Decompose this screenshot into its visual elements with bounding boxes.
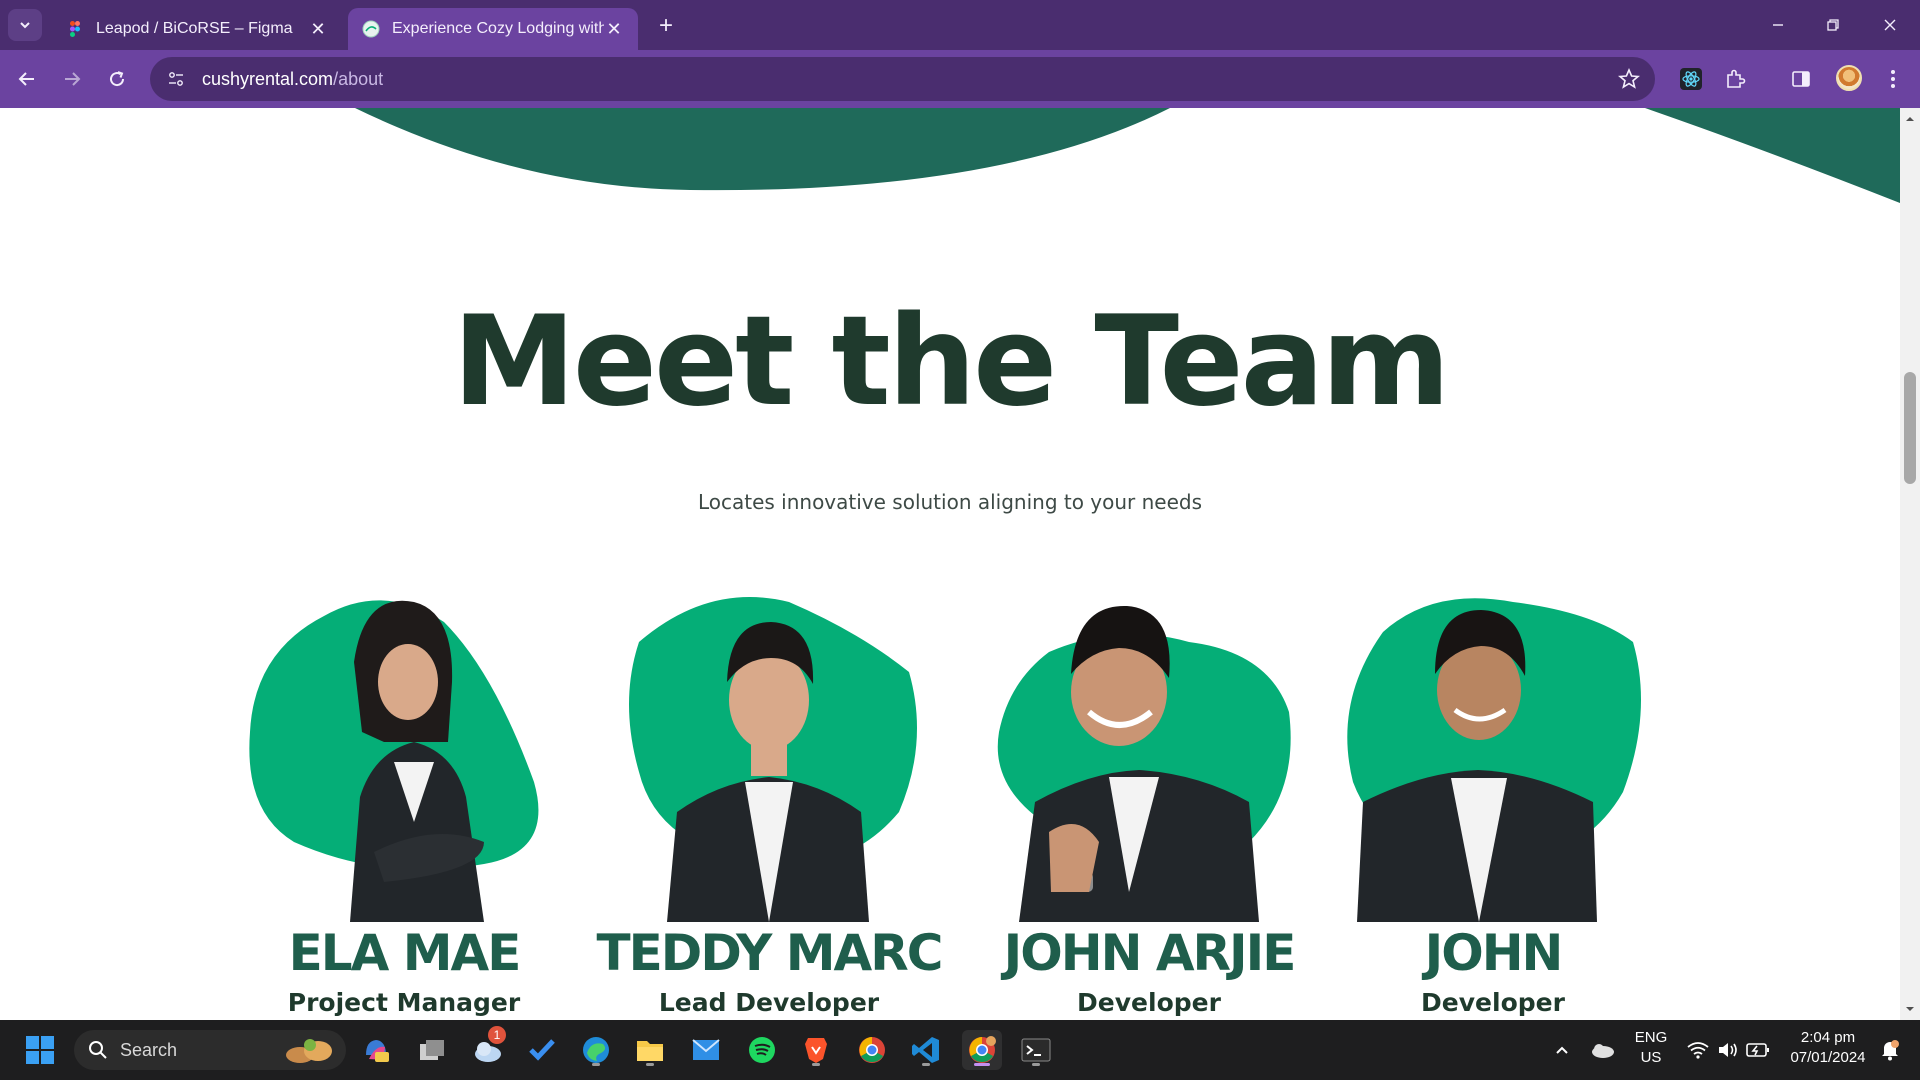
reload-icon[interactable]	[100, 62, 134, 96]
input-language[interactable]: ENG US	[1628, 1028, 1674, 1068]
team-member-card: JOHN Developer	[1323, 592, 1663, 1020]
mail-icon[interactable]	[686, 1030, 726, 1070]
url-path: /about	[333, 68, 384, 89]
site-info-icon[interactable]	[164, 67, 188, 91]
member-role: Developer	[1077, 988, 1221, 1017]
plus-icon[interactable]: +	[652, 12, 680, 40]
url-text: cushyrental.com/about	[202, 69, 383, 90]
more-icon[interactable]	[1876, 62, 1910, 96]
url-domain: cushyrental.com	[202, 68, 334, 89]
figma-icon	[70, 21, 80, 37]
address-bar[interactable]: cushyrental.com/about	[150, 57, 1655, 101]
tab-title: Leapod / BiCoRSE – Figma	[96, 20, 293, 37]
chrome-icon[interactable]	[852, 1030, 892, 1070]
todo-icon[interactable]	[522, 1030, 562, 1070]
site-icon	[362, 20, 380, 38]
spotify-icon[interactable]	[742, 1030, 782, 1070]
tab-title: Experience Cozy Lodging with C	[392, 20, 604, 37]
close-window-icon[interactable]	[1870, 10, 1910, 40]
onedrive-icon[interactable]	[1582, 1030, 1622, 1070]
page-viewport: Meet the Team Locates innovative solutio…	[0, 108, 1900, 1020]
tab-strip: Leapod / BiCoRSE – Figma ✕ Experience Co…	[0, 0, 1920, 50]
running-indicator	[646, 1063, 654, 1066]
close-icon[interactable]: ✕	[308, 19, 328, 39]
vscode-icon[interactable]	[906, 1030, 946, 1070]
notification-bell-icon[interactable]	[1870, 1030, 1910, 1070]
close-icon[interactable]: ✕	[604, 19, 624, 39]
running-indicator	[1032, 1063, 1040, 1066]
running-indicator	[922, 1063, 930, 1066]
forward-icon[interactable]	[55, 62, 89, 96]
tab-figma[interactable]: Leapod / BiCoRSE – Figma ✕	[52, 8, 342, 50]
battery-icon[interactable]	[1738, 1030, 1778, 1070]
clock-date: 07/01/2024	[1790, 1049, 1866, 1066]
clock[interactable]: 2:04 pm 07/01/2024	[1780, 1028, 1876, 1068]
extensions-icon[interactable]	[1718, 62, 1752, 96]
back-icon[interactable]	[10, 62, 44, 96]
star-icon[interactable]	[1617, 67, 1641, 91]
file-explorer-icon[interactable]	[630, 1030, 670, 1070]
team-member-card: JOHN ARJIE Developer	[979, 592, 1319, 1020]
copilot-icon[interactable]	[356, 1030, 396, 1070]
scroll-up-icon[interactable]	[1905, 114, 1915, 124]
taskbar: Search 1 ENG US 2:04 pm 07/01/2024	[0, 1020, 1920, 1080]
member-role: Developer	[1421, 988, 1565, 1017]
navigation-toolbar: cushyrental.com/about	[0, 50, 1920, 108]
language-label: ENG	[1634, 1029, 1668, 1046]
member-name: TEDDY MARC	[596, 924, 944, 982]
react-devtools-icon[interactable]	[1674, 62, 1708, 96]
search-icon	[89, 1041, 107, 1059]
hero-wave-decoration	[355, 108, 1900, 203]
chevron-down-icon	[20, 22, 30, 29]
region-label: US	[1640, 1049, 1662, 1066]
running-indicator	[812, 1063, 820, 1066]
side-panel-icon[interactable]	[1784, 62, 1818, 96]
page-subtitle: Locates innovative solution aligning to …	[697, 490, 1203, 514]
member-role: Project Manager	[287, 988, 521, 1017]
member-role: Lead Developer	[658, 988, 880, 1017]
tab-cushyrental[interactable]: Experience Cozy Lodging with C ✕	[348, 8, 638, 50]
weather-icon[interactable]: 1	[468, 1026, 508, 1070]
scrollbar-thumb[interactable]	[1904, 372, 1916, 484]
member-name: ELA MAE	[288, 924, 522, 982]
clock-time: 2:04 pm	[1800, 1029, 1856, 1046]
taskbar-search[interactable]: Search	[74, 1030, 346, 1070]
member-photo	[249, 600, 539, 922]
member-name: JOHN	[1424, 924, 1564, 982]
page-scrollbar[interactable]	[1900, 108, 1920, 1020]
page-title: Meet the Team	[452, 290, 1451, 434]
minimize-icon[interactable]	[1758, 10, 1798, 40]
notification-badge: 1	[488, 1026, 506, 1044]
windows-start-icon[interactable]	[20, 1030, 60, 1070]
scroll-down-icon[interactable]	[1905, 1004, 1915, 1014]
restore-icon[interactable]	[1813, 10, 1853, 40]
search-highlight-icon	[286, 1039, 332, 1063]
chrome-profile-icon[interactable]	[962, 1030, 1002, 1070]
running-indicator	[974, 1063, 990, 1066]
brave-icon[interactable]	[796, 1030, 836, 1070]
terminal-icon[interactable]	[1016, 1030, 1056, 1070]
running-indicator	[592, 1063, 600, 1066]
chevron-up-icon[interactable]	[1542, 1030, 1582, 1070]
task-view-icon[interactable]	[412, 1030, 452, 1070]
member-photo	[629, 597, 917, 922]
tab-search-button[interactable]	[8, 9, 42, 41]
member-photo	[997, 605, 1291, 922]
member-name: JOHN ARJIE	[1003, 924, 1297, 982]
edge-icon[interactable]	[576, 1030, 616, 1070]
team-member-card: ELA MAE Project Manager	[234, 592, 574, 1020]
team-member-card: TEDDY MARC Lead Developer	[597, 592, 943, 1020]
search-label: Search	[120, 1039, 178, 1060]
member-photo	[1347, 598, 1641, 922]
profile-avatar[interactable]	[1836, 65, 1862, 91]
